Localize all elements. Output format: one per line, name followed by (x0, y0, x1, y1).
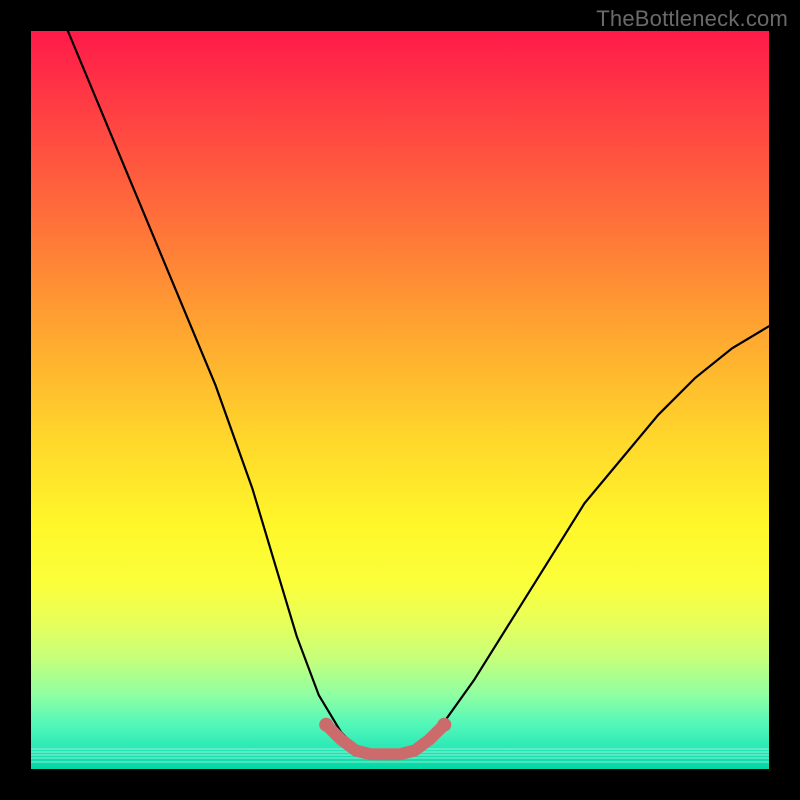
highlight-end-marker (437, 718, 451, 732)
optimal-band-highlight (326, 725, 444, 755)
curve-layer (31, 31, 769, 769)
highlight-end-marker (319, 718, 333, 732)
plot-area (31, 31, 769, 769)
watermark-text: TheBottleneck.com (596, 6, 788, 32)
bottleneck-curve (68, 31, 769, 754)
chart-frame: TheBottleneck.com (0, 0, 800, 800)
